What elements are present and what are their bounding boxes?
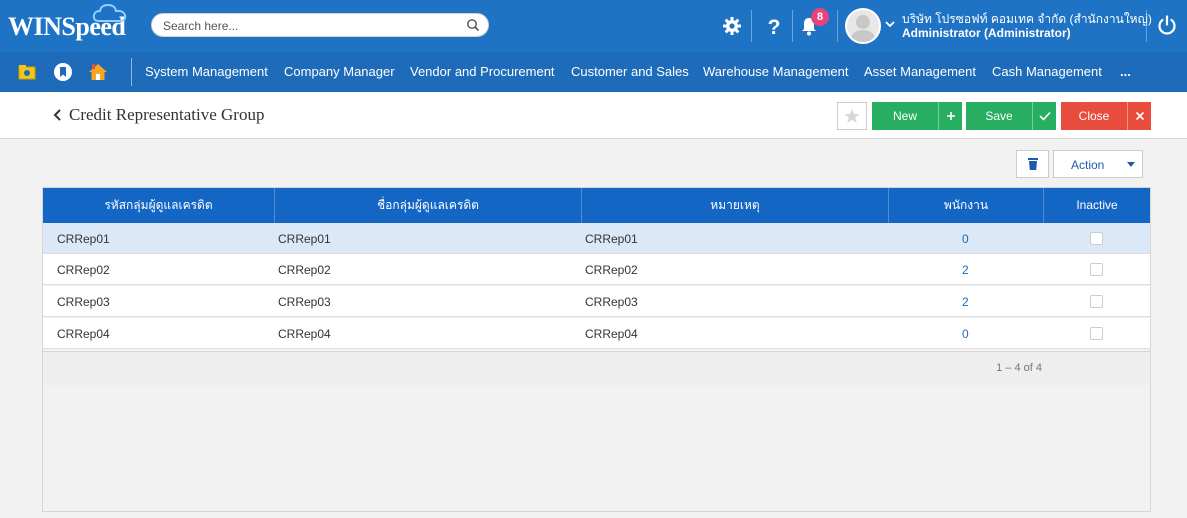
close-icon — [1127, 102, 1151, 130]
help-button[interactable]: ? — [762, 14, 786, 38]
star-icon — [844, 109, 860, 123]
menu-customer-sales[interactable]: Customer and Sales — [571, 64, 689, 79]
main-menu-bar: System Management Company Manager Vendor… — [0, 52, 1187, 92]
folder-icon[interactable] — [17, 62, 37, 82]
menu-vendor-procurement[interactable]: Vendor and Procurement — [410, 64, 555, 79]
settings-button[interactable] — [720, 14, 744, 38]
inactive-checkbox[interactable] — [1090, 327, 1103, 340]
chevron-down-icon[interactable] — [884, 18, 896, 30]
page-title: Credit Representative Group — [69, 105, 265, 124]
close-button-label: Close — [1078, 109, 1110, 123]
column-header-name[interactable]: ชื่อกลุ่มผู้ดูแลเครดิต — [275, 188, 582, 223]
notification-badge: 8 — [811, 8, 829, 26]
grid-header: รหัสกลุ่มผู้ดูแลเครดิต ชื่อกลุ่มผู้ดูแลเ… — [43, 188, 1150, 223]
save-button[interactable]: Save — [966, 102, 1056, 130]
caret-down-icon — [1127, 162, 1135, 167]
cell-code: CRRep03 — [57, 295, 110, 309]
menu-cash-management[interactable]: Cash Management — [992, 64, 1102, 79]
delete-button[interactable] — [1016, 150, 1049, 178]
cell-name: CRRep01 — [278, 232, 331, 246]
gear-icon — [723, 17, 741, 35]
inactive-checkbox[interactable] — [1090, 263, 1103, 276]
cell-remark: CRRep04 — [585, 327, 638, 341]
action-dropdown[interactable]: Action — [1053, 150, 1143, 178]
new-button[interactable]: New — [872, 102, 962, 130]
save-button-label: Save — [985, 109, 1013, 123]
inactive-checkbox[interactable] — [1090, 232, 1103, 245]
header-divider — [1146, 10, 1147, 42]
cell-code: CRRep02 — [57, 263, 110, 277]
data-grid: รหัสกลุ่มผู้ดูแลเครดิต ชื่อกลุ่มผู้ดูแลเ… — [42, 187, 1151, 512]
cell-name: CRRep02 — [278, 263, 331, 277]
pager-summary: 1 – 4 of 4 — [996, 362, 1042, 374]
menu-company-manager[interactable]: Company Manager — [284, 64, 395, 79]
close-button[interactable]: Close — [1061, 102, 1151, 130]
top-header: WINSpeed Search here... ? 8 บริษัท โปรซอ… — [0, 0, 1187, 52]
cell-code: CRRep01 — [57, 232, 110, 246]
header-divider — [792, 10, 793, 42]
bookmark-icon[interactable] — [53, 62, 73, 82]
question-icon: ? — [768, 16, 781, 37]
favorite-button[interactable] — [837, 102, 867, 130]
cell-remark: CRRep02 — [585, 263, 638, 277]
menu-system-management[interactable]: System Management — [145, 64, 268, 79]
search-input[interactable] — [163, 17, 463, 34]
svg-text:?: ? — [768, 16, 781, 37]
cell-employees-link[interactable]: 0 — [962, 327, 969, 341]
column-header-inactive[interactable]: Inactive — [1044, 188, 1150, 223]
cell-name: CRRep03 — [278, 295, 331, 309]
user-name: Administrator (Administrator) — [902, 26, 1071, 40]
grid-pager: 1 – 4 of 4 — [43, 351, 1150, 385]
check-icon — [1032, 102, 1056, 130]
power-icon[interactable] — [1156, 14, 1178, 36]
header-divider — [751, 10, 752, 42]
avatar[interactable] — [845, 8, 881, 44]
home-icon[interactable] — [88, 62, 108, 82]
cell-remark: CRRep03 — [585, 295, 638, 309]
table-row[interactable]: CRRep01 CRRep01 CRRep01 0 — [43, 223, 1150, 254]
column-header-code[interactable]: รหัสกลุ่มผู้ดูแลเครดิต — [43, 188, 275, 223]
cell-code: CRRep04 — [57, 327, 110, 341]
cell-remark: CRRep01 — [585, 232, 638, 246]
user-silhouette-icon — [850, 15, 876, 42]
table-row[interactable]: CRRep03 CRRep03 CRRep03 2 — [43, 286, 1150, 317]
header-divider — [837, 10, 838, 42]
inactive-checkbox[interactable] — [1090, 295, 1103, 308]
table-row[interactable]: CRRep02 CRRep02 CRRep02 2 — [43, 254, 1150, 285]
app-logo[interactable]: WINSpeed — [8, 3, 132, 48]
cell-name: CRRep04 — [278, 327, 331, 341]
menu-divider — [131, 58, 132, 86]
action-label: Action — [1071, 158, 1105, 172]
cloud-icon — [92, 3, 127, 22]
column-header-employees[interactable]: พนักงาน — [889, 188, 1044, 223]
cell-employees-link[interactable]: 2 — [962, 263, 969, 277]
back-chevron-icon[interactable] — [52, 107, 64, 123]
cell-employees-link[interactable]: 2 — [962, 295, 969, 309]
table-row[interactable]: CRRep04 CRRep04 CRRep04 0 — [43, 318, 1150, 349]
trash-icon — [1027, 158, 1038, 170]
menu-warehouse-management[interactable]: Warehouse Management — [703, 64, 849, 79]
plus-icon — [938, 102, 962, 130]
column-header-remark[interactable]: หมายเหตุ — [582, 188, 889, 223]
global-search[interactable] — [151, 13, 489, 37]
search-icon[interactable] — [466, 18, 480, 32]
page-header: Credit Representative Group New Save Clo… — [0, 92, 1187, 139]
menu-more[interactable]: ... — [1120, 64, 1131, 79]
menu-asset-management[interactable]: Asset Management — [864, 64, 976, 79]
new-button-label: New — [892, 109, 917, 123]
cell-employees-link[interactable]: 0 — [962, 232, 969, 246]
